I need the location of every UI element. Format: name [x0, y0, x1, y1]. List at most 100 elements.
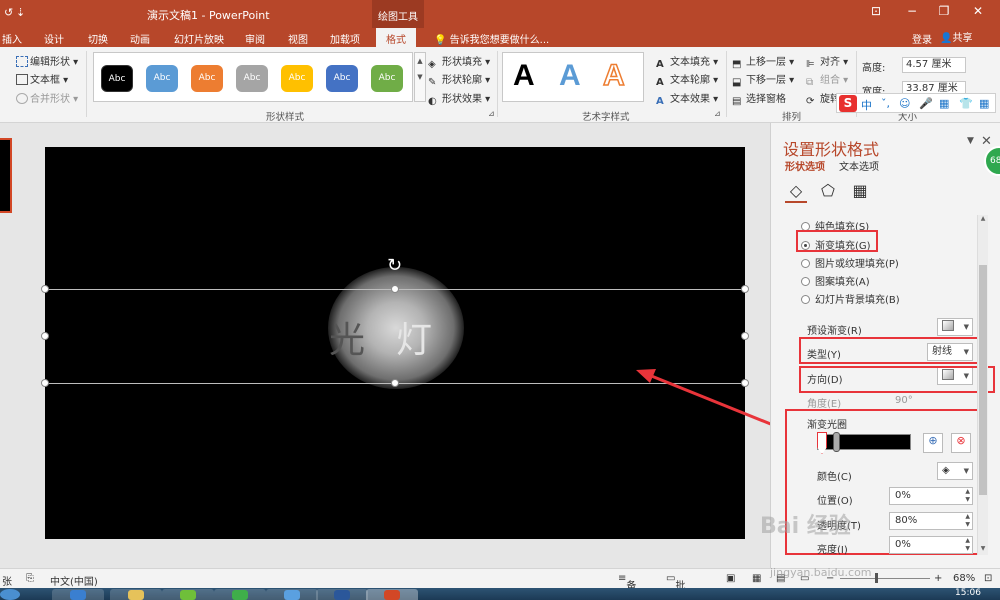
sogou-logo-icon[interactable]: S — [839, 95, 857, 112]
language-indicator[interactable]: 中文(中国) — [50, 573, 98, 588]
shape-style-gray[interactable]: Abc — [236, 65, 268, 92]
resize-handle-top[interactable] — [391, 285, 399, 293]
add-stop-icon[interactable]: ⊕ — [923, 433, 943, 453]
taskbar-app-powerpoint[interactable] — [366, 589, 418, 600]
keyboard-icon[interactable]: ▦ — [939, 97, 949, 110]
spinner-arrows-icon[interactable]: ▲ ▼ — [965, 488, 970, 504]
sign-in-link[interactable]: 登录 — [912, 31, 932, 46]
notes-button[interactable]: ≡ 备注 — [618, 573, 636, 600]
height-input[interactable]: 4.57 厘米 — [902, 57, 966, 73]
text-fill-button[interactable]: A 文本填充 ▾ — [656, 53, 718, 70]
spellcheck-icon[interactable]: ⎘ — [26, 573, 34, 584]
tab-transitions[interactable]: 切换 — [88, 31, 108, 46]
gradient-stop-handle-2[interactable] — [833, 432, 840, 452]
shape-style-orange[interactable]: Abc — [191, 65, 223, 92]
dialog-launcher-icon[interactable]: ⊿ — [714, 109, 721, 118]
gradient-stops-bar[interactable] — [817, 434, 911, 450]
shape-style-black[interactable]: Abc — [101, 65, 133, 92]
wordart-style-blue[interactable]: A — [559, 59, 581, 93]
ime-punctuation-toggle[interactable]: ˇ, — [881, 97, 890, 110]
radio-pattern-fill[interactable]: 图案填充(A) — [801, 273, 870, 288]
zoom-in-button[interactable]: + — [934, 573, 942, 584]
brightness-input[interactable]: 0% ▲ ▼ — [889, 536, 973, 554]
shape-style-blue[interactable]: Abc — [146, 65, 178, 92]
ime-mode-toggle[interactable]: 中 — [861, 97, 872, 113]
ribbon-display-icon[interactable]: ⊡ — [864, 4, 888, 22]
shape-fill-button[interactable]: ◈ 形状填充 ▾ — [428, 53, 490, 70]
align-button[interactable]: ⊫ 对齐 ▾ — [806, 53, 848, 70]
resize-handle-bottom-left[interactable] — [41, 379, 49, 387]
taskbar-app-folder[interactable] — [110, 589, 162, 600]
pane-close-icon[interactable]: ✕ — [981, 134, 992, 149]
slide-sorter-icon[interactable]: ▦ — [752, 573, 761, 584]
dialog-launcher-icon[interactable]: ⊿ — [488, 109, 495, 118]
tell-me-search[interactable]: 💡 告诉我您想要做什么... — [434, 31, 549, 46]
skin-icon[interactable]: 👕 — [959, 97, 973, 110]
wordart-style-black[interactable]: A — [513, 59, 535, 93]
zoom-slider-thumb[interactable] — [875, 573, 878, 583]
close-button[interactable]: ✕ — [966, 4, 990, 22]
taskbar-clock[interactable]: 15:06 — [955, 588, 981, 598]
tab-slideshow[interactable]: 幻灯片放映 — [174, 31, 224, 46]
comments-button[interactable]: ▭ 批注 — [666, 573, 685, 600]
tab-text-options[interactable]: 文本选项 — [839, 158, 879, 173]
preset-gradient-dropdown[interactable]: ▼ — [937, 318, 973, 336]
normal-view-icon[interactable]: ▣ — [726, 573, 735, 584]
spinner-arrows-icon[interactable]: ▲ ▼ — [965, 537, 970, 553]
slide-thumbnail-1[interactable] — [0, 138, 12, 213]
tab-insert[interactable]: 插入 — [2, 31, 22, 46]
tab-shape-options[interactable]: 形状选项 — [785, 158, 825, 173]
start-button[interactable] — [0, 589, 20, 600]
tab-animations[interactable]: 动画 — [130, 31, 150, 46]
shape-style-gold[interactable]: Abc — [281, 65, 313, 92]
shape-style-darkblue[interactable]: Abc — [326, 65, 358, 92]
send-backward-button[interactable]: ⬓ 下移一层 ▾ — [732, 71, 794, 88]
gallery-scroll-button[interactable]: ▲ ▼ — [414, 52, 426, 102]
redo-icon[interactable]: ↺ — [4, 6, 13, 19]
selection-pane-button[interactable]: ▤ 选择窗格 — [732, 90, 786, 107]
text-box-button[interactable]: 文本框 ▾ — [16, 71, 68, 86]
resize-handle-bottom[interactable] — [391, 379, 399, 387]
taskbar-app-qq[interactable] — [266, 589, 318, 600]
slide-canvas[interactable]: 光 灯 ↻ — [41, 147, 749, 539]
scroll-down-icon[interactable]: ▼ — [978, 545, 988, 554]
rotation-handle-icon[interactable]: ↻ — [387, 255, 402, 276]
text-outline-button[interactable]: A 文本轮廓 ▾ — [656, 71, 718, 88]
fit-slide-icon[interactable]: ⊡ — [984, 573, 992, 584]
radio-background-fill[interactable]: 幻灯片背景填充(B) — [801, 291, 900, 306]
stop-color-dropdown[interactable]: ◈ ▼ — [937, 462, 973, 480]
effects-pentagon-icon[interactable]: ⬠ — [817, 181, 839, 203]
share-button[interactable]: 👤共享 — [940, 29, 972, 44]
wordart-style-orange-outline[interactable]: A — [602, 58, 625, 93]
resize-handle-top-right[interactable] — [741, 285, 749, 293]
pane-scrollbar[interactable]: ▲ ▼ — [977, 215, 988, 555]
pane-options-dropdown-icon[interactable]: ▼ — [967, 136, 974, 146]
shape-outline-button[interactable]: ✎ 形状轮廓 ▾ — [428, 71, 490, 88]
fill-line-icon[interactable]: ◇ — [785, 181, 807, 203]
emoji-icon[interactable]: ☺ — [899, 97, 910, 110]
restore-button[interactable]: ❐ — [932, 4, 956, 22]
scroll-up-icon[interactable]: ▲ — [978, 215, 988, 224]
spinner-arrows-icon[interactable]: ▲ ▼ — [965, 513, 970, 529]
shape-style-green[interactable]: Abc — [371, 65, 403, 92]
tab-design[interactable]: 设计 — [44, 31, 64, 46]
tab-addins[interactable]: 加载项 — [330, 31, 360, 46]
merge-shapes-button[interactable]: 合并形状 ▾ — [16, 90, 78, 105]
radio-picture-fill[interactable]: 图片或纹理填充(P) — [801, 255, 899, 270]
taskbar-app-green[interactable] — [162, 589, 214, 600]
edit-shape-button[interactable]: 编辑形状 ▾ — [16, 53, 78, 68]
taskbar-app-word[interactable] — [316, 589, 368, 600]
stop-position-input[interactable]: 0% ▲ ▼ — [889, 487, 973, 505]
resize-handle-right[interactable] — [741, 332, 749, 340]
minimize-button[interactable]: − — [900, 4, 924, 22]
toolbox-icon[interactable]: ▦ — [979, 97, 989, 110]
transparency-input[interactable]: 80% ▲ ▼ — [889, 512, 973, 530]
text-effects-button[interactable]: A 文本效果 ▾ — [656, 90, 718, 107]
scrollbar-thumb[interactable] — [979, 265, 987, 495]
tab-format[interactable]: 格式 — [376, 28, 416, 47]
group-button[interactable]: ⧉ 组合 ▾ — [806, 71, 848, 88]
taskbar-app-360[interactable] — [214, 589, 266, 600]
size-properties-icon[interactable]: ▦ — [849, 181, 871, 203]
tab-review[interactable]: 审阅 — [245, 31, 265, 46]
zoom-level[interactable]: 68% — [953, 573, 975, 584]
